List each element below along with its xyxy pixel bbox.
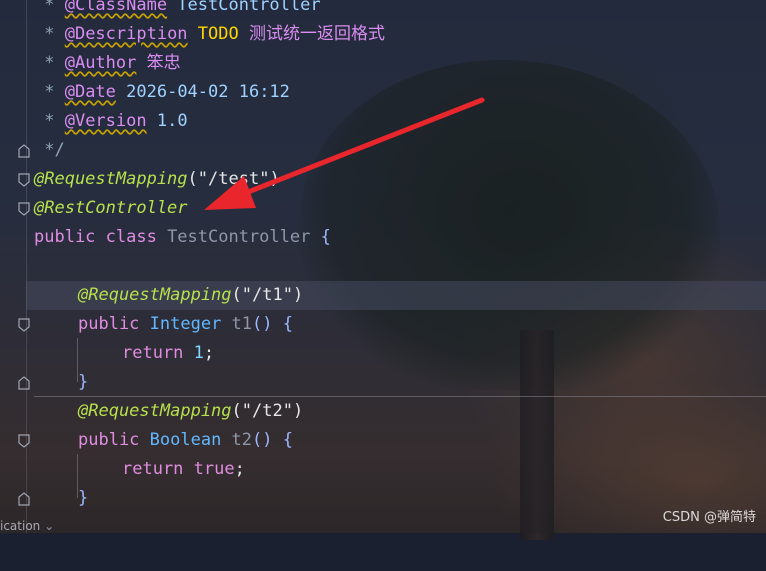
code-line: @RequestMapping("/test") — [34, 169, 280, 189]
javadoc-tag: @ClassName — [64, 0, 168, 15]
code-line: * @Author 笨忠 — [34, 53, 181, 73]
fold-end-icon[interactable] — [18, 144, 30, 158]
code-line: * @Description TODO 测试统一返回格式 — [34, 24, 385, 44]
fold-icon[interactable] — [18, 173, 30, 187]
code-line: public class TestController { — [34, 227, 331, 247]
annotation: @RestController — [34, 198, 188, 218]
watermark: CSDN @弹简特 — [662, 510, 756, 525]
status-bar-fragment: ication ⌄ — [0, 519, 55, 533]
fold-end-icon[interactable] — [18, 376, 30, 390]
code-line: @RequestMapping("/t2") — [78, 401, 304, 421]
code-line: public Boolean t2() { — [78, 430, 293, 450]
code-editor[interactable]: * @ClassName TestController * @Descripti… — [0, 0, 766, 533]
javadoc-tag: @Date — [64, 82, 116, 102]
javadoc-tag: @Author — [64, 53, 137, 73]
code-line: * @Version 1.0 — [34, 111, 188, 131]
code-line: return true; — [122, 459, 245, 479]
code-line: } — [78, 372, 89, 392]
javadoc-tag: @Description — [64, 24, 188, 44]
fold-icon[interactable] — [18, 434, 30, 448]
code-line: @RequestMapping("/t1") — [78, 285, 304, 305]
annotation: @RequestMapping — [34, 169, 188, 189]
code-line: @RestController — [0, 194, 766, 223]
code-line: * @Date 2026-04-02 16:12 — [34, 82, 290, 102]
code-line: public Integer t1() { — [78, 314, 293, 334]
code-line: * @ClassName TestController — [0, 0, 766, 20]
fold-end-icon[interactable] — [18, 492, 30, 506]
code-line: */ — [34, 140, 65, 160]
code-line: return 1; — [122, 343, 215, 363]
annotation: @RequestMapping — [78, 401, 232, 421]
fold-icon[interactable] — [18, 202, 30, 216]
code-line: } — [78, 488, 89, 508]
javadoc-tag: @Version — [64, 111, 147, 131]
annotation: @RequestMapping — [78, 285, 232, 305]
fold-icon[interactable] — [18, 318, 30, 332]
